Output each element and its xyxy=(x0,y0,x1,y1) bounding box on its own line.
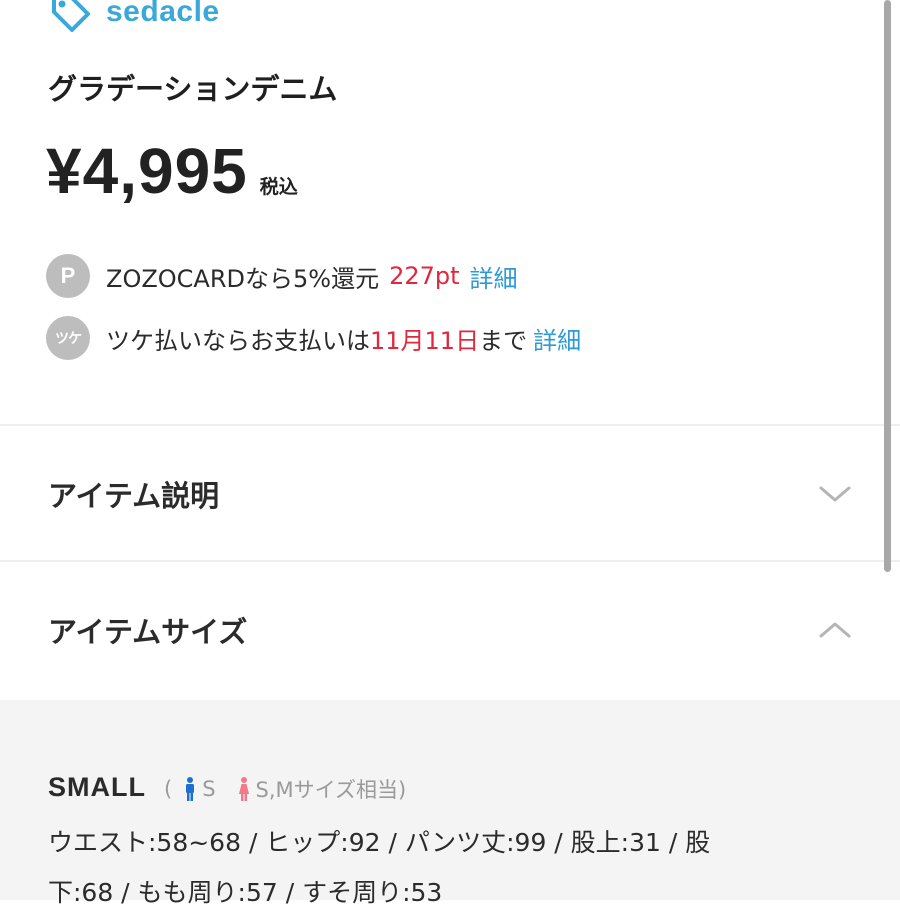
female-icon xyxy=(238,777,249,801)
item-description-toggle[interactable]: アイテム説明 xyxy=(0,454,900,534)
tax-label: 税込 xyxy=(259,176,298,198)
brand-header[interactable]: sedacle xyxy=(48,0,220,34)
item-description-label: アイテム説明 xyxy=(48,479,220,513)
zozocard-text: ZOZOCARDなら5%還元 xyxy=(106,264,380,293)
size-name: SMALL xyxy=(48,772,146,802)
divider xyxy=(0,560,900,562)
tsuke-detail-link[interactable]: 詳細 xyxy=(533,321,581,356)
open-paren: ( xyxy=(163,777,173,801)
size-title-row: SMALL ( S S,Mサイズ相当) xyxy=(48,772,406,804)
product-price: ¥4,995 xyxy=(46,135,248,207)
points-detail-link[interactable]: 詳細 xyxy=(470,259,518,294)
size-equivalent: ( S S,Mサイズ相当) xyxy=(164,774,406,804)
tsuke-badge-icon: ツケ xyxy=(46,316,90,360)
tsuke-text-suffix: まで xyxy=(479,326,528,355)
male-icon xyxy=(186,777,195,801)
size-measurements: ウエスト:58~68 / ヒップ:92 / パンツ丈:99 / 股上:31 / … xyxy=(48,818,808,918)
price-tag-icon xyxy=(52,0,90,32)
item-size-label: アイテムサイズ xyxy=(48,615,248,649)
price-row: ¥4,995 税込 xyxy=(46,134,298,208)
size-panel: SMALL ( S S,Mサイズ相当) ウエスト:58~68 / ヒップ:92 … xyxy=(0,700,900,907)
points-amount: 227pt xyxy=(389,262,460,290)
chevron-down-icon xyxy=(819,486,851,502)
zozocard-points-row: P ZOZOCARDなら5%還元 227pt 詳細 xyxy=(46,254,518,298)
points-badge-icon: P xyxy=(46,254,90,298)
divider xyxy=(0,424,900,426)
brand-name[interactable]: sedacle xyxy=(106,0,220,29)
scrollbar[interactable] xyxy=(884,0,891,572)
women-size: S,Mサイズ相当) xyxy=(255,778,407,802)
product-title: グラデーションデニム xyxy=(48,72,338,106)
chevron-up-icon xyxy=(819,622,851,638)
tsuke-payment-row: ツケ ツケ払いならお支払いは 11月11日 まで 詳細 xyxy=(46,316,581,360)
measurements-line: ウエスト:58~68 / ヒップ:92 / パンツ丈:99 / 股上:31 / … xyxy=(48,828,711,857)
item-size-toggle[interactable]: アイテムサイズ xyxy=(0,590,900,670)
measurements-line: 下:68 / もも周り:57 / すそ周り:53 xyxy=(48,878,443,907)
payment-due-date: 11月11日 xyxy=(370,326,480,355)
tsuke-text: ツケ払いならお支払いは xyxy=(106,326,370,355)
men-size: S xyxy=(202,777,216,801)
